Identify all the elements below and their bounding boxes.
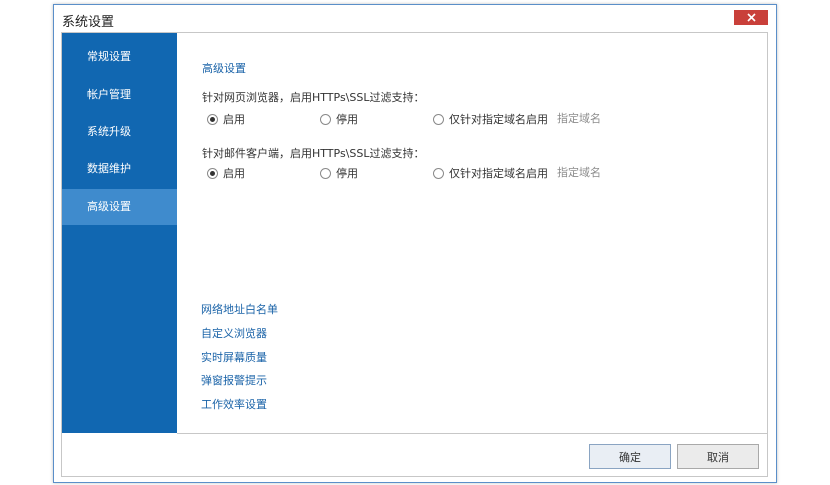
browser-ssl-options: 启用 停用 仅针对指定域名启用 指定域名 [207, 112, 687, 126]
radio-checked-icon [207, 167, 218, 179]
radio-unchecked-icon [433, 113, 444, 125]
radio-unchecked-icon [320, 167, 331, 179]
radio-label: 停用 [336, 113, 358, 126]
dialog-footer: 确定 取消 [177, 433, 767, 476]
content-panel: 高级设置 针对网页浏览器，启用HTTPs\SSL过滤支持： 启用 停用 仅针对指… [177, 33, 767, 433]
link-popup-alert[interactable]: 弹窗报警提示 [201, 372, 267, 388]
ok-button[interactable]: 确定 [589, 444, 671, 469]
radio-label: 启用 [223, 167, 245, 180]
link-work-efficiency[interactable]: 工作效率设置 [201, 396, 267, 412]
browser-ssl-question: 针对网页浏览器，启用HTTPs\SSL过滤支持： [202, 91, 425, 104]
sidebar-item-general[interactable]: 常规设置 [62, 39, 177, 75]
radio-label: 启用 [223, 113, 245, 126]
sidebar-item-data-maintenance[interactable]: 数据维护 [62, 151, 177, 187]
sidebar-item-advanced[interactable]: 高级设置 [62, 189, 177, 225]
browser-radio-enable[interactable]: 启用 [207, 112, 245, 126]
mail-radio-enable[interactable]: 启用 [207, 166, 245, 180]
radio-checked-icon [207, 113, 218, 125]
sidebar-item-label: 数据维护 [87, 162, 131, 175]
browser-radio-specified-domains[interactable]: 仅针对指定域名启用 [433, 112, 548, 126]
sidebar-item-label: 帐户管理 [87, 88, 131, 101]
sidebar-item-accounts[interactable]: 帐户管理 [62, 77, 177, 113]
radio-label: 仅针对指定域名启用 [449, 113, 548, 126]
section-title: 高级设置 [202, 62, 246, 75]
radio-label: 停用 [336, 167, 358, 180]
sidebar-item-label: 常规设置 [87, 50, 131, 63]
sidebar-item-upgrade[interactable]: 系统升级 [62, 114, 177, 150]
link-custom-browser[interactable]: 自定义浏览器 [201, 325, 267, 341]
sidebar-item-label: 高级设置 [87, 200, 131, 213]
link-url-whitelist[interactable]: 网络地址白名单 [201, 301, 278, 317]
close-button[interactable] [734, 10, 768, 25]
mail-radio-specified-domains[interactable]: 仅针对指定域名启用 [433, 166, 548, 180]
radio-unchecked-icon [320, 113, 331, 125]
title-bar: 系统设置 [54, 5, 776, 33]
mail-specify-domain-link[interactable]: 指定域名 [557, 166, 601, 180]
close-icon [746, 13, 756, 22]
mail-ssl-question: 针对邮件客户端，启用HTTPs\SSL过滤支持： [202, 147, 425, 160]
link-screen-quality[interactable]: 实时屏幕质量 [201, 349, 267, 365]
radio-label: 仅针对指定域名启用 [449, 167, 548, 180]
browser-specify-domain-link[interactable]: 指定域名 [557, 112, 601, 126]
mail-ssl-options: 启用 停用 仅针对指定域名启用 指定域名 [207, 166, 687, 180]
mail-radio-disable[interactable]: 停用 [320, 166, 358, 180]
dialog-body: 常规设置 帐户管理 系统升级 数据维护 高级设置 高级设置 针对网页浏览器，启用… [61, 32, 768, 477]
dialog-title: 系统设置 [62, 15, 115, 30]
settings-dialog: 系统设置 常规设置 帐户管理 系统升级 数据维护 高级设置 高级设置 针对网页浏… [53, 4, 777, 483]
cancel-button[interactable]: 取消 [677, 444, 759, 469]
sidebar: 常规设置 帐户管理 系统升级 数据维护 高级设置 [62, 33, 177, 433]
sidebar-item-label: 系统升级 [87, 125, 131, 138]
radio-unchecked-icon [433, 167, 444, 179]
browser-radio-disable[interactable]: 停用 [320, 112, 358, 126]
